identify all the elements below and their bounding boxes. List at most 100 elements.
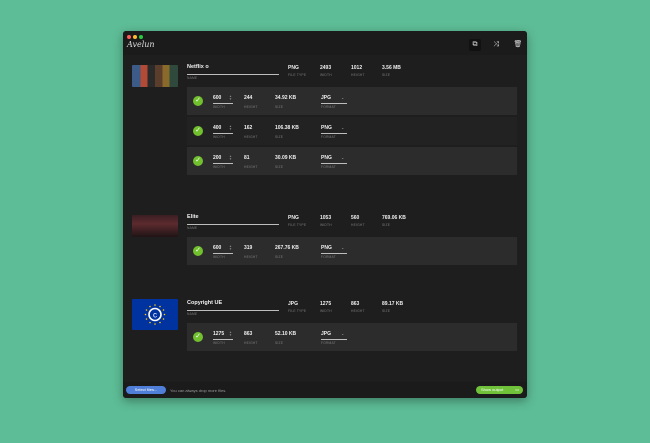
- format-select[interactable]: JPG: [321, 331, 331, 337]
- output-height[interactable]: 81: [244, 155, 250, 161]
- output-row: ✓ 400 ▲ ▼ WIDTH 162 HEIGHT 106.38 KB SIZE…: [187, 117, 517, 145]
- file-thumbnail: [132, 65, 178, 87]
- file-width-label: WIDTH: [320, 73, 332, 77]
- file-size-label: SIZE: [382, 223, 391, 227]
- output-row: ✓ 200 ▲ ▼ WIDTH 81 HEIGHT 30.09 KB SIZE P…: [187, 147, 517, 175]
- output-height-label: HEIGHT: [244, 341, 258, 345]
- check-icon[interactable]: ✓: [193, 126, 203, 136]
- output-size-label: SIZE: [275, 135, 284, 139]
- file-width: 1053: [320, 215, 332, 221]
- width-stepper[interactable]: ▲ ▼: [229, 331, 232, 337]
- file-size: 89.17 KB: [382, 301, 404, 307]
- output-size: 267.76 KB: [275, 245, 299, 251]
- file-height: 1012: [351, 65, 363, 71]
- format-underline: [321, 163, 347, 164]
- width-underline: [213, 253, 233, 254]
- footer-bar: Select files... You can always drop more…: [123, 382, 527, 398]
- check-icon[interactable]: ✓: [193, 332, 203, 342]
- chevron-down-icon[interactable]: ⌄: [341, 125, 344, 130]
- format-underline: [321, 133, 347, 134]
- check-icon[interactable]: ✓: [193, 96, 203, 106]
- chevron-down-icon[interactable]: ⌄: [341, 331, 344, 336]
- output-width[interactable]: 1275: [213, 331, 224, 337]
- output-size: 34.92 KB: [275, 95, 297, 101]
- maximize-window-button[interactable]: [139, 35, 143, 39]
- output-width-label: WIDTH: [213, 341, 225, 345]
- format-underline: [321, 103, 347, 104]
- eu-copyright-icon: c: [144, 304, 166, 325]
- file-width: 1275: [320, 301, 332, 307]
- copy-button[interactable]: ⧉: [469, 39, 481, 51]
- file-height-label: HEIGHT: [351, 309, 365, 313]
- output-width[interactable]: 600: [213, 245, 221, 251]
- output-height[interactable]: 162: [244, 125, 252, 131]
- output-width-label: WIDTH: [213, 135, 225, 139]
- output-width-label: WIDTH: [213, 105, 225, 109]
- file-thumbnail: [132, 215, 178, 237]
- drop-hint: You can always drop more files.: [170, 388, 227, 393]
- file-name[interactable]: Elite: [187, 214, 199, 220]
- delete-button[interactable]: 🗑: [512, 39, 524, 51]
- chevron-down-icon[interactable]: ⌄: [341, 155, 344, 160]
- file-type-label: FILE TYPE: [288, 223, 307, 227]
- close-window-button[interactable]: [127, 35, 131, 39]
- output-height-label: HEIGHT: [244, 105, 258, 109]
- format-label: FORMAT: [321, 341, 336, 345]
- file-width: 2493: [320, 65, 332, 71]
- width-underline: [213, 163, 233, 164]
- output-width[interactable]: 200: [213, 155, 221, 161]
- output-height-label: HEIGHT: [244, 165, 258, 169]
- file-name[interactable]: Netflix o: [187, 64, 209, 70]
- output-height[interactable]: 319: [244, 245, 252, 251]
- format-label: FORMAT: [321, 135, 336, 139]
- width-stepper[interactable]: ▲ ▼: [229, 125, 232, 131]
- format-select[interactable]: PNG: [321, 155, 332, 161]
- format-underline: [321, 253, 347, 254]
- file-height-label: HEIGHT: [351, 223, 365, 227]
- width-stepper[interactable]: ▲ ▼: [229, 155, 232, 161]
- format-label: FORMAT: [321, 255, 336, 259]
- check-icon[interactable]: ✓: [193, 156, 203, 166]
- format-select[interactable]: PNG: [321, 125, 332, 131]
- shuffle-button[interactable]: ⤨: [490, 39, 502, 51]
- file-size-label: SIZE: [382, 73, 391, 77]
- name-underline: [187, 224, 279, 225]
- copy-icon: ⧉: [472, 41, 478, 48]
- show-output-button[interactable]: Show output ▭: [476, 386, 523, 394]
- file-card: Netflix o NAME PNG FILE TYPE 2493 WIDTH …: [123, 55, 527, 205]
- shuffle-icon: ⤨: [493, 41, 499, 48]
- minimize-window-button[interactable]: [133, 35, 137, 39]
- app-logo: Avelun: [127, 40, 155, 49]
- file-type: PNG: [288, 65, 299, 71]
- name-label: NAME: [187, 226, 198, 230]
- width-stepper[interactable]: ▲ ▼: [229, 95, 232, 101]
- format-select[interactable]: JPG: [321, 95, 331, 101]
- output-width[interactable]: 400: [213, 125, 221, 131]
- output-height[interactable]: 244: [244, 95, 252, 101]
- name-label: NAME: [187, 76, 198, 80]
- chevron-down-icon[interactable]: ⌄: [341, 95, 344, 100]
- select-files-button[interactable]: Select files...: [126, 386, 166, 394]
- output-row: ✓ 1275 ▲ ▼ WIDTH 863 HEIGHT 52.10 KB SIZE…: [187, 323, 517, 351]
- output-size: 52.10 KB: [275, 331, 297, 337]
- name-label: NAME: [187, 312, 198, 316]
- output-height-label: HEIGHT: [244, 135, 258, 139]
- svg-text:c: c: [153, 311, 157, 320]
- check-icon[interactable]: ✓: [193, 246, 203, 256]
- width-underline: [213, 339, 233, 340]
- file-type-label: FILE TYPE: [288, 73, 307, 77]
- file-type-label: FILE TYPE: [288, 309, 307, 313]
- output-width[interactable]: 600: [213, 95, 221, 101]
- chevron-down-icon[interactable]: ⌄: [341, 245, 344, 250]
- output-size-label: SIZE: [275, 341, 284, 345]
- output-height[interactable]: 863: [244, 331, 252, 337]
- format-label: FORMAT: [321, 165, 336, 169]
- file-name[interactable]: Copyright UE: [187, 300, 222, 306]
- width-underline: [213, 103, 233, 104]
- format-underline: [321, 339, 347, 340]
- format-select[interactable]: PNG: [321, 245, 332, 251]
- name-underline: [187, 74, 279, 75]
- width-stepper[interactable]: ▲ ▼: [229, 245, 232, 251]
- app-window: Avelun ⧉ ⤨ 🗑 Netflix o NAME PNG FILE TYP…: [123, 31, 527, 398]
- file-height: 560: [351, 215, 360, 221]
